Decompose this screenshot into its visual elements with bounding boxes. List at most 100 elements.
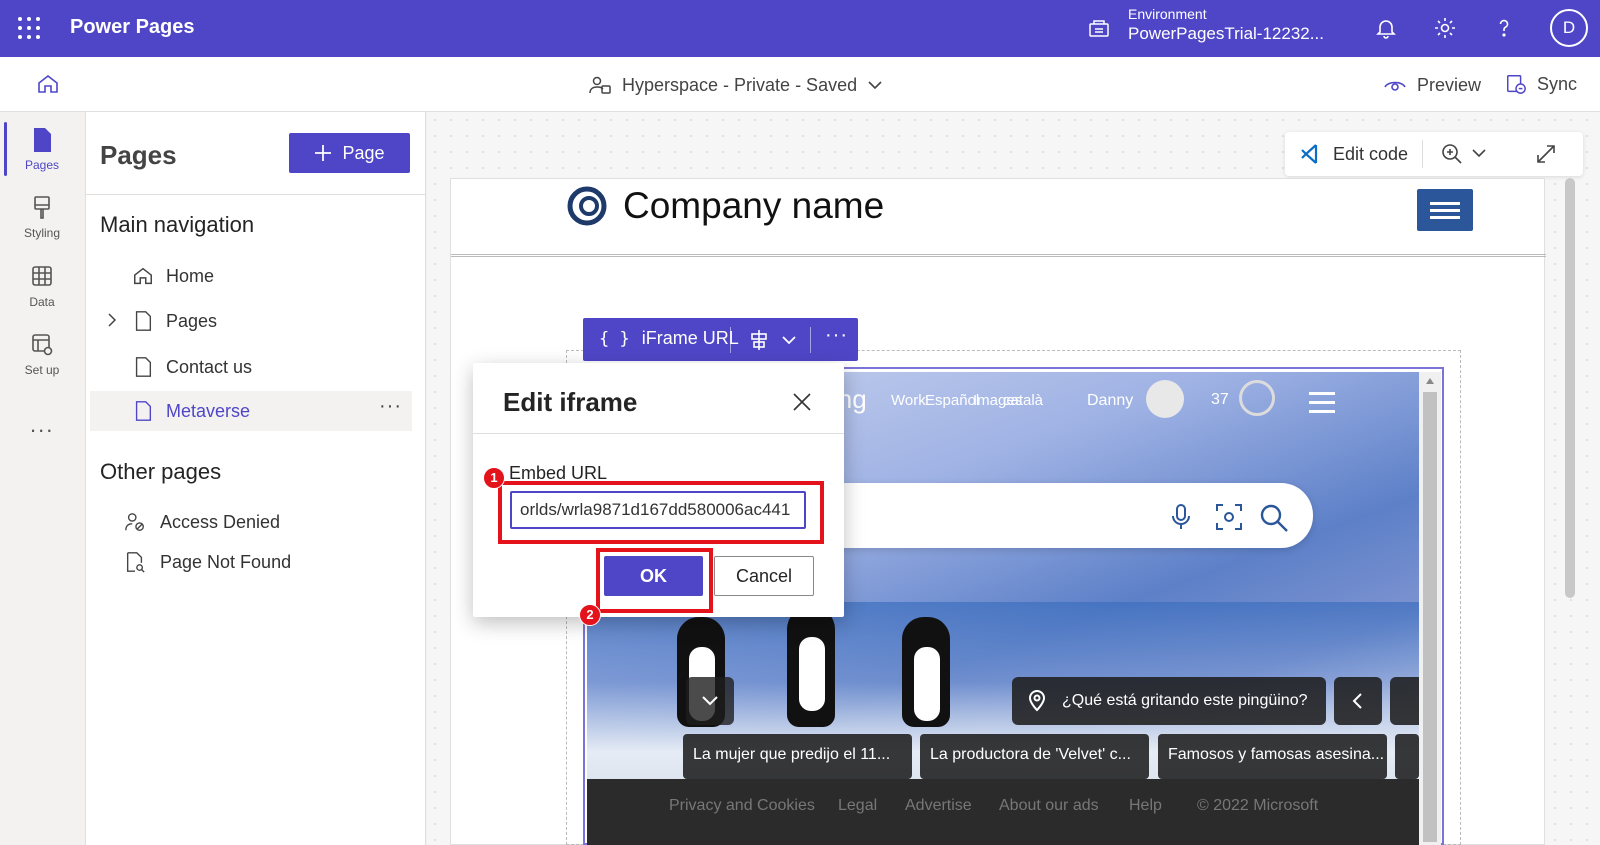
news-card[interactable]: La productora de 'Velvet' c...: [920, 734, 1149, 779]
search-icon[interactable]: [1259, 503, 1289, 533]
news-card[interactable]: La mujer que predijo el 11...: [683, 734, 912, 779]
iframe-url-label: iFrame URL: [641, 328, 739, 348]
rail-item-setup[interactable]: Set up: [0, 321, 84, 387]
bing-image-question[interactable]: ¿Qué está gritando este pingüino?: [1012, 677, 1326, 725]
preview-label: Preview: [1417, 74, 1482, 95]
penguin-image: [902, 617, 950, 727]
close-icon[interactable]: [791, 391, 813, 413]
site-people-icon: [589, 76, 611, 94]
news-card[interactable]: [1395, 734, 1419, 779]
footer-link[interactable]: Advertise: [905, 797, 972, 815]
site-status[interactable]: Hyperspace - Private - Saved: [588, 73, 883, 97]
home-icon[interactable]: [36, 72, 60, 96]
eye-icon: [1384, 81, 1406, 91]
add-page-button[interactable]: Page: [289, 133, 410, 173]
news-card[interactable]: Famosos y famosas asesina...: [1158, 734, 1387, 779]
home-icon: [134, 267, 152, 285]
canvas-toolbar: Edit code: [1285, 132, 1583, 176]
environment-icon[interactable]: [1087, 16, 1111, 40]
site-bar: Hyperspace - Private - Saved Preview Syn…: [0, 57, 1600, 112]
footer-link[interactable]: Help: [1129, 797, 1162, 815]
iframe-url-button[interactable]: { } iFrame URL: [599, 328, 739, 349]
chevron-down-icon: [702, 696, 718, 706]
step-badge-2: 2: [579, 604, 601, 626]
next-button[interactable]: [1390, 677, 1419, 725]
alignment-dropdown[interactable]: [749, 329, 797, 351]
edit-code-button[interactable]: Edit code: [1299, 142, 1408, 166]
other-item-label: Page Not Found: [160, 552, 292, 572]
bing-nav-item[interactable]: Español: [925, 392, 979, 409]
site-scrollbar[interactable]: [1565, 178, 1575, 598]
bing-points[interactable]: 37: [1211, 391, 1229, 409]
nav-item-contact-us[interactable]: Contact us: [90, 347, 412, 387]
zoom-in-icon[interactable]: [1441, 143, 1489, 165]
collapse-button[interactable]: [686, 677, 734, 725]
rail-item-pages[interactable]: Pages: [0, 116, 84, 182]
more-options-icon[interactable]: ···: [379, 395, 402, 418]
braces-icon: { }: [599, 328, 630, 349]
footer-link[interactable]: About our ads: [999, 797, 1099, 815]
company-name[interactable]: Company name: [623, 185, 884, 227]
other-item-access-denied[interactable]: Access Denied: [90, 502, 412, 542]
chevron-right-icon[interactable]: [104, 312, 120, 328]
plus-icon: [315, 145, 332, 161]
bing-nav-item[interactable]: Work: [891, 392, 926, 409]
gear-icon[interactable]: [1433, 16, 1457, 40]
iframe-scrollbar[interactable]: [1419, 372, 1441, 845]
add-page-label: Page: [342, 142, 385, 163]
chevron-down-icon: [782, 336, 796, 345]
visual-search-icon[interactable]: [1215, 503, 1243, 531]
company-logo[interactable]: [566, 185, 608, 227]
pages-panel: Pages Page Main navigation Home Pages Co…: [86, 112, 426, 845]
footer-link[interactable]: Privacy and Cookies: [669, 797, 815, 815]
more-icon[interactable]: ...: [30, 412, 54, 438]
step-badge-1: 1: [483, 467, 505, 489]
environment-label: Environment: [1128, 6, 1207, 22]
bell-icon[interactable]: [1374, 16, 1398, 40]
footer-link[interactable]: Legal: [838, 797, 877, 815]
site-status-label: Hyperspace - Private - Saved: [622, 74, 858, 95]
preview-button[interactable]: Preview: [1383, 73, 1481, 97]
left-rail: Pages Styling Data Set up ...: [0, 112, 86, 845]
previous-button[interactable]: [1334, 677, 1382, 725]
help-icon[interactable]: [1492, 16, 1516, 40]
more-options-icon[interactable]: ···: [825, 324, 848, 347]
bing-user-name[interactable]: Danny: [1087, 392, 1133, 410]
separator: [1422, 140, 1423, 168]
other-item-label: Access Denied: [160, 512, 281, 532]
sync-icon: [1507, 75, 1526, 94]
environment-value[interactable]: PowerPagesTrial-12232...: [1128, 24, 1324, 44]
cancel-button[interactable]: Cancel: [714, 556, 814, 596]
scrollbar-thumb[interactable]: [1423, 392, 1437, 842]
rail-item-styling[interactable]: Styling: [0, 184, 84, 250]
app-launcher-icon[interactable]: [18, 17, 40, 39]
question-text: ¿Qué está gritando este pingüino?: [1062, 692, 1308, 709]
rail-label: Pages: [24, 158, 60, 172]
microphone-icon[interactable]: [1170, 503, 1192, 531]
app-title[interactable]: Power Pages: [70, 16, 195, 39]
bing-nav-item[interactable]: català: [1003, 392, 1043, 409]
person-lock-icon: [125, 513, 144, 531]
rail-item-data[interactable]: Data: [0, 253, 84, 319]
separator: [730, 327, 731, 353]
sync-button[interactable]: Sync: [1505, 73, 1577, 95]
user-avatar[interactable]: D: [1550, 9, 1588, 47]
edit-code-label: Edit code: [1333, 143, 1409, 164]
bing-menu-icon[interactable]: [1309, 392, 1335, 419]
table-icon: [32, 266, 52, 286]
other-item-page-not-found[interactable]: Page Not Found: [90, 542, 412, 582]
site-menu-button[interactable]: [1417, 189, 1473, 231]
nav-item-metaverse[interactable]: Metaverse ···: [90, 391, 412, 431]
highlight-ok-button: [596, 548, 713, 613]
page-icon: [135, 401, 152, 421]
dialog-title: Edit iframe: [503, 387, 638, 417]
nav-item-pages[interactable]: Pages: [90, 301, 412, 341]
scroll-up-icon[interactable]: [1425, 377, 1435, 385]
expand-icon[interactable]: [1535, 143, 1557, 165]
nav-item-home[interactable]: Home: [90, 256, 412, 296]
bing-search-box[interactable]: [787, 483, 1313, 548]
copyright: © 2022 Microsoft: [1197, 797, 1319, 814]
bing-avatar[interactable]: [1146, 380, 1184, 418]
nav-item-label: Metaverse: [166, 401, 251, 421]
trophy-icon[interactable]: [1239, 380, 1275, 416]
